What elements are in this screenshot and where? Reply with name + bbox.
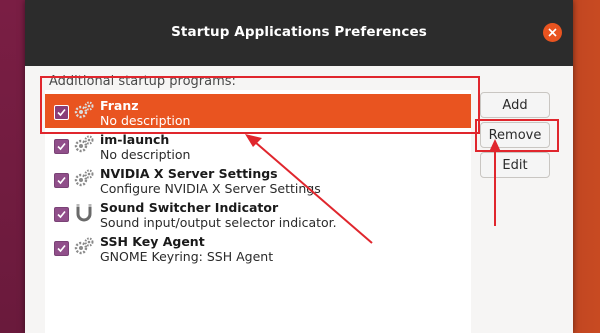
gears-icon [74,169,94,187]
enabled-checkbox[interactable] [54,241,69,256]
desktop-background [0,0,25,333]
gears-icon [74,237,94,255]
list-item-ssh-key-agent[interactable]: SSH Key Agent GNOME Keyring: SSH Agent [45,230,471,264]
close-icon [548,28,557,37]
program-description: No description [100,113,191,128]
checkmark-icon [57,142,66,151]
enabled-checkbox[interactable] [54,173,69,188]
enabled-checkbox[interactable] [54,207,69,222]
close-button[interactable] [543,23,562,42]
enabled-checkbox[interactable] [54,139,69,154]
horseshoe-magnet-icon [76,204,92,222]
startup-programs-list[interactable]: Franz No description im-launch No descri… [45,90,471,333]
program-name: im-launch [100,132,170,147]
checkmark-icon [57,176,66,185]
gears-icon [74,135,94,153]
program-name: SSH Key Agent [100,234,205,249]
list-item-franz[interactable]: Franz No description [45,94,471,128]
program-name: Sound Switcher Indicator [100,200,279,215]
list-header: Additional startup programs: [49,74,236,89]
window-title: Startup Applications Preferences [171,24,427,40]
program-description: Sound input/output selector indicator. [100,215,337,230]
remove-button[interactable]: Remove [480,122,550,148]
add-button[interactable]: Add [480,92,550,118]
gears-icon [74,101,94,119]
list-item-sound-switcher-indicator[interactable]: Sound Switcher Indicator Sound input/out… [45,196,471,230]
program-description: No description [100,147,191,162]
list-item-im-launch[interactable]: im-launch No description [45,128,471,162]
checkmark-icon [57,244,66,253]
title-bar[interactable]: Startup Applications Preferences [25,0,573,66]
edit-button[interactable]: Edit [480,152,550,178]
program-description: Configure NVIDIA X Server Settings [100,181,321,196]
startup-applications-window: Startup Applications Preferences Additio… [25,0,573,333]
program-description: GNOME Keyring: SSH Agent [100,249,274,264]
checkmark-icon [57,108,66,117]
list-item-nvidia-x-server-settings[interactable]: NVIDIA X Server Settings Configure NVIDI… [45,162,471,196]
program-name: Franz [100,98,139,113]
checkmark-icon [57,210,66,219]
enabled-checkbox[interactable] [54,105,69,120]
program-name: NVIDIA X Server Settings [100,166,278,181]
